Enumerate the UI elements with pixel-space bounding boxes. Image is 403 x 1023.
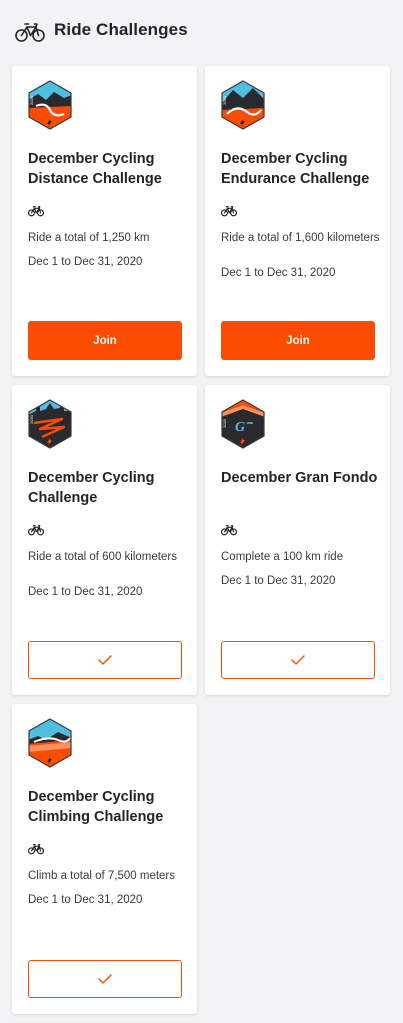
- checkmark-icon: [291, 655, 305, 665]
- checkmark-icon: [98, 655, 112, 665]
- challenge-description: Climb a total of 7,500 meters: [28, 870, 176, 882]
- challenge-title[interactable]: December Cycling Challenge: [28, 468, 188, 508]
- challenge-title[interactable]: December Cycling Distance Challenge: [28, 149, 188, 189]
- challenge-description: Complete a 100 km ride: [221, 551, 344, 563]
- challenge-card[interactable]: 2020 December Cycling Challenge Ride a t…: [12, 385, 197, 695]
- page-header: Ride Challenges: [0, 0, 403, 64]
- bike-icon: [221, 525, 237, 536]
- page-title: Ride Challenges: [54, 20, 188, 39]
- svg-text:2020: 2020: [29, 95, 34, 105]
- challenge-title[interactable]: December Cycling Climbing Challenge: [28, 787, 188, 827]
- joined-button[interactable]: [28, 960, 182, 998]
- challenge-title[interactable]: December Cycling Endurance Challenge: [221, 149, 381, 189]
- challenge-card[interactable]: 2020 December Cycling Endurance Challeng…: [205, 66, 390, 376]
- climbing-badge-icon: [28, 718, 72, 768]
- challenge-card[interactable]: G 2020 December Gran Fondo Complete a 10…: [205, 385, 390, 695]
- endurance-badge-icon: 2020: [221, 80, 265, 130]
- gran-fondo-badge-icon: G 2020: [221, 399, 265, 449]
- bike-icon: [28, 844, 44, 855]
- join-button[interactable]: Join: [28, 321, 182, 360]
- bike-icon: [28, 206, 44, 217]
- challenge-dates: Dec 1 to Dec 31, 2020: [221, 267, 336, 279]
- svg-text:2020: 2020: [29, 414, 34, 424]
- challenge-dates: Dec 1 to Dec 31, 2020: [28, 256, 143, 268]
- challenge-card[interactable]: 2020 December Cycling Distance Challenge…: [12, 66, 197, 376]
- challenge-dates: Dec 1 to Dec 31, 2020: [28, 586, 143, 598]
- join-button[interactable]: Join: [221, 321, 375, 360]
- challenge-description: Ride a total of 600 kilometers: [28, 551, 177, 563]
- challenge-card[interactable]: December Cycling Climbing Challenge Clim…: [12, 704, 197, 1014]
- challenge-dates: Dec 1 to Dec 31, 2020: [28, 894, 143, 906]
- challenge-description: Ride a total of 1,600 kilometers: [221, 232, 380, 244]
- checkmark-icon: [98, 974, 112, 984]
- distance-badge-icon: 2020: [28, 80, 72, 130]
- svg-text:2020: 2020: [222, 418, 227, 428]
- cycling-badge-icon: 2020: [28, 399, 72, 449]
- joined-button[interactable]: [221, 641, 375, 679]
- challenge-dates: Dec 1 to Dec 31, 2020: [221, 575, 336, 587]
- joined-button[interactable]: [28, 641, 182, 679]
- challenge-title[interactable]: December Gran Fondo: [221, 468, 381, 488]
- challenge-description: Ride a total of 1,250 km: [28, 232, 150, 244]
- svg-text:2020: 2020: [222, 95, 227, 105]
- bike-icon: [15, 23, 45, 42]
- bike-icon: [28, 525, 44, 536]
- svg-text:G: G: [235, 420, 245, 435]
- bike-icon: [221, 206, 237, 217]
